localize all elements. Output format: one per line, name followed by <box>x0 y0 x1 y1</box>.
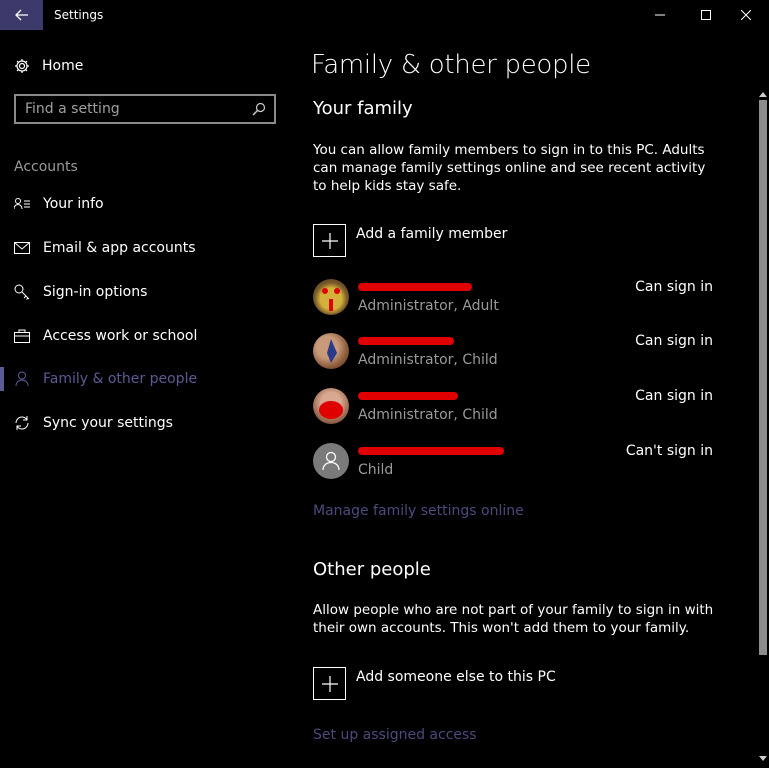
minimize-icon <box>655 14 665 16</box>
plus-icon <box>313 224 346 257</box>
scroll-down-arrow-icon[interactable] <box>757 752 769 764</box>
home-link[interactable]: Home <box>14 58 83 74</box>
member-status: Can sign in <box>635 279 713 295</box>
sidebar-item-label: Sync your settings <box>43 415 173 431</box>
manage-family-settings-link[interactable]: Manage family settings online <box>313 503 524 519</box>
member-name-redacted <box>358 333 454 349</box>
add-family-member-label: Add a family member <box>356 226 508 242</box>
sidebar-item-label: Your info <box>43 196 104 212</box>
window-title: Settings <box>54 8 104 22</box>
back-button[interactable] <box>0 0 43 30</box>
briefcase-icon <box>0 329 43 343</box>
sidebar-item-access-work-or-school[interactable]: Access work or school <box>0 314 296 358</box>
minimize-button[interactable] <box>637 0 683 30</box>
scrollbar-thumb[interactable] <box>759 100 767 655</box>
close-button[interactable] <box>723 0 769 30</box>
main-content: Family & other people Your family You ca… <box>297 30 757 768</box>
back-arrow-icon <box>14 9 28 21</box>
sidebar-item-label: Family & other people <box>43 371 198 387</box>
sidebar: Home Find a setting Accounts Your info E… <box>0 30 296 768</box>
search-input[interactable]: Find a setting <box>16 101 244 117</box>
search-box[interactable]: Find a setting <box>14 94 276 124</box>
sync-icon <box>0 415 43 431</box>
selection-indicator <box>0 367 4 391</box>
member-status: Can sign in <box>635 388 713 404</box>
add-family-member-button[interactable]: Add a family member <box>313 224 507 257</box>
person-card-icon <box>0 198 43 210</box>
sidebar-item-label: Access work or school <box>43 328 198 344</box>
member-role: Administrator, Child <box>358 352 498 368</box>
member-name-redacted <box>358 443 504 459</box>
title-bar: Settings <box>0 0 769 30</box>
sidebar-item-sync-your-settings[interactable]: Sync your settings <box>0 401 296 445</box>
home-label: Home <box>42 58 84 74</box>
family-member-row[interactable]: Child Can't sign in <box>313 443 713 483</box>
avatar <box>313 388 349 424</box>
add-someone-else-button[interactable]: Add someone else to this PC <box>313 667 556 700</box>
maximize-icon <box>701 10 711 20</box>
sidebar-item-label: Email & app accounts <box>43 240 196 256</box>
close-icon <box>741 10 751 20</box>
member-name-redacted <box>358 388 458 404</box>
other-people-description: Allow people who are not part of your fa… <box>313 602 714 636</box>
avatar <box>313 333 349 369</box>
family-member-row[interactable]: Administrator, Child Can sign in <box>313 388 713 428</box>
avatar <box>313 279 349 315</box>
member-status: Can sign in <box>635 333 713 349</box>
scroll-up-arrow-icon[interactable] <box>757 88 769 100</box>
sidebar-item-family-other-people[interactable]: Family & other people <box>0 357 296 401</box>
default-avatar-icon <box>313 443 349 479</box>
member-role: Administrator, Child <box>358 407 498 423</box>
sidebar-item-sign-in-options[interactable]: Sign-in options <box>0 270 296 314</box>
member-name-redacted <box>358 279 472 295</box>
plus-icon <box>313 667 346 700</box>
family-description: You can allow family members to sign in … <box>313 142 706 194</box>
page-title: Family & other people <box>311 50 591 80</box>
search-icon[interactable] <box>244 102 274 116</box>
sidebar-item-your-info[interactable]: Your info <box>0 182 296 226</box>
member-role: Administrator, Adult <box>358 298 499 314</box>
member-role: Child <box>358 462 394 478</box>
section-label-accounts: Accounts <box>14 159 78 175</box>
member-status: Can't sign in <box>625 443 713 459</box>
add-someone-else-label: Add someone else to this PC <box>356 669 556 685</box>
set-up-assigned-access-link[interactable]: Set up assigned access <box>313 727 477 743</box>
sidebar-item-email-app-accounts[interactable]: Email & app accounts <box>0 226 296 270</box>
person-icon <box>0 371 43 387</box>
family-member-row[interactable]: Administrator, Child Can sign in <box>313 333 713 373</box>
sidebar-item-label: Sign-in options <box>43 284 148 300</box>
key-icon <box>0 284 43 300</box>
gear-icon <box>15 59 29 73</box>
mail-icon <box>0 242 43 254</box>
family-member-row[interactable]: Administrator, Adult Can sign in <box>313 279 713 319</box>
section-heading-other-people: Other people <box>313 559 431 580</box>
section-heading-your-family: Your family <box>313 98 413 119</box>
